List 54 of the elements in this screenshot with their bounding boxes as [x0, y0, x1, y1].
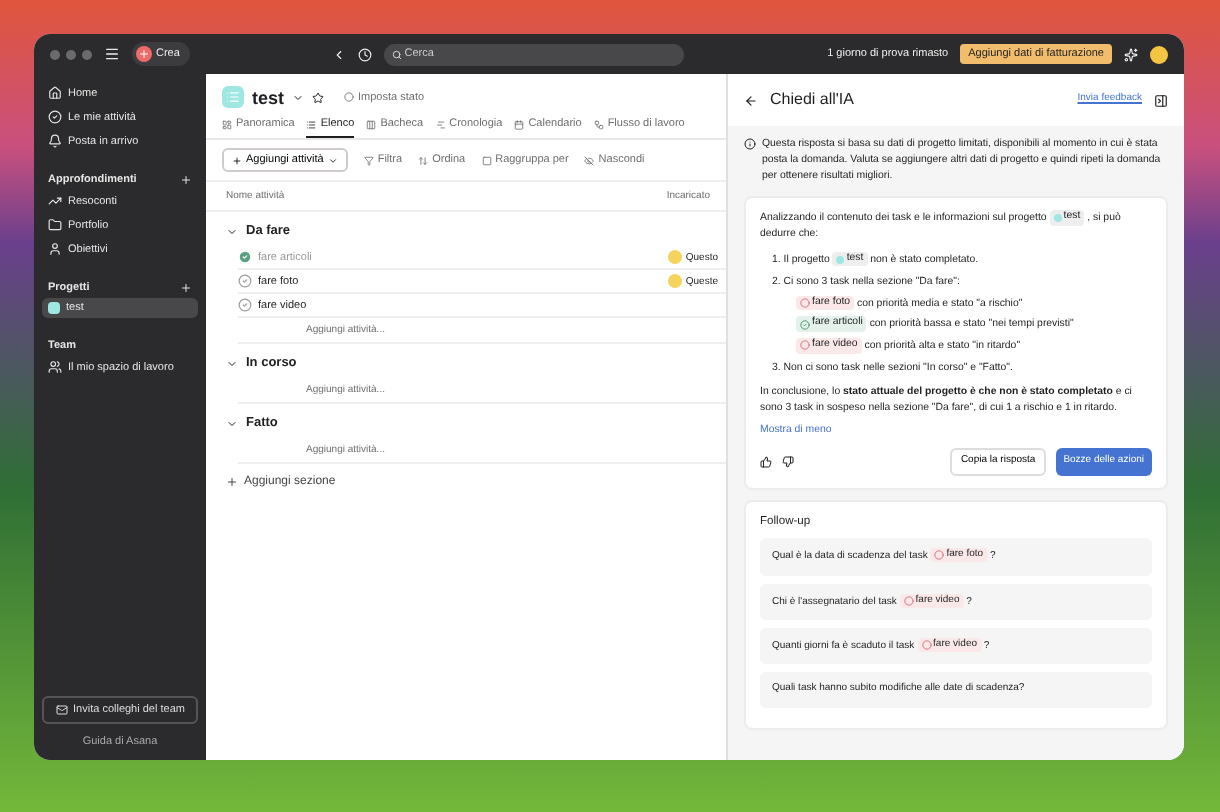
close-panel-icon [1154, 93, 1168, 107]
mail-icon [55, 704, 68, 716]
tab-icon [222, 119, 232, 129]
sparkle-icon [1124, 47, 1138, 61]
project-color-icon [48, 302, 60, 314]
plus-icon [138, 48, 150, 60]
project-title: test [252, 87, 285, 107]
sort-icon [418, 155, 429, 165]
chart-line-icon [48, 194, 62, 208]
caret-icon [226, 225, 238, 237]
menu-icon [104, 46, 120, 62]
project-color-icon [836, 255, 845, 264]
filter-icon [363, 155, 374, 165]
circle-icon [934, 550, 945, 561]
clock-icon [358, 47, 373, 61]
eye-off-icon [584, 155, 595, 165]
plus-icon [226, 476, 238, 488]
tab-icon [593, 119, 604, 129]
star-icon [312, 91, 325, 103]
tab-icon [366, 119, 377, 129]
back-icon [332, 47, 347, 61]
check-circle-icon [48, 110, 62, 124]
caret-icon [226, 357, 238, 369]
check-circle-icon [800, 319, 810, 330]
home-icon [48, 86, 62, 100]
thumbs-down-icon [782, 455, 794, 468]
circle-icon [344, 92, 355, 102]
tab-icon [514, 119, 525, 129]
square-icon [481, 155, 492, 165]
people-icon [48, 360, 62, 374]
person-icon [48, 242, 62, 256]
folder-icon [48, 218, 62, 232]
caret-icon [292, 91, 305, 103]
plus-icon[interactable] [180, 282, 192, 294]
plus-icon[interactable] [180, 174, 192, 186]
project-color-icon [1053, 214, 1062, 223]
task-checkbox[interactable] [238, 298, 252, 312]
user-avatar[interactable] [1150, 45, 1168, 63]
task-checkbox[interactable] [238, 274, 252, 288]
circle-icon [800, 340, 810, 351]
thumbs-up-icon [760, 455, 772, 468]
panel-title: Chiedi all'IA [770, 88, 854, 112]
circle-icon [800, 297, 810, 308]
back-arrow-icon [744, 93, 758, 107]
search-icon [392, 49, 403, 59]
bell-icon [48, 134, 62, 148]
plus-icon [232, 155, 242, 165]
caret-icon [226, 417, 238, 429]
circle-icon [903, 595, 914, 606]
tab-icon [306, 119, 317, 129]
caret-icon [327, 155, 338, 165]
circle-icon [921, 640, 932, 651]
info-icon [744, 138, 756, 150]
tab-icon [435, 119, 446, 129]
